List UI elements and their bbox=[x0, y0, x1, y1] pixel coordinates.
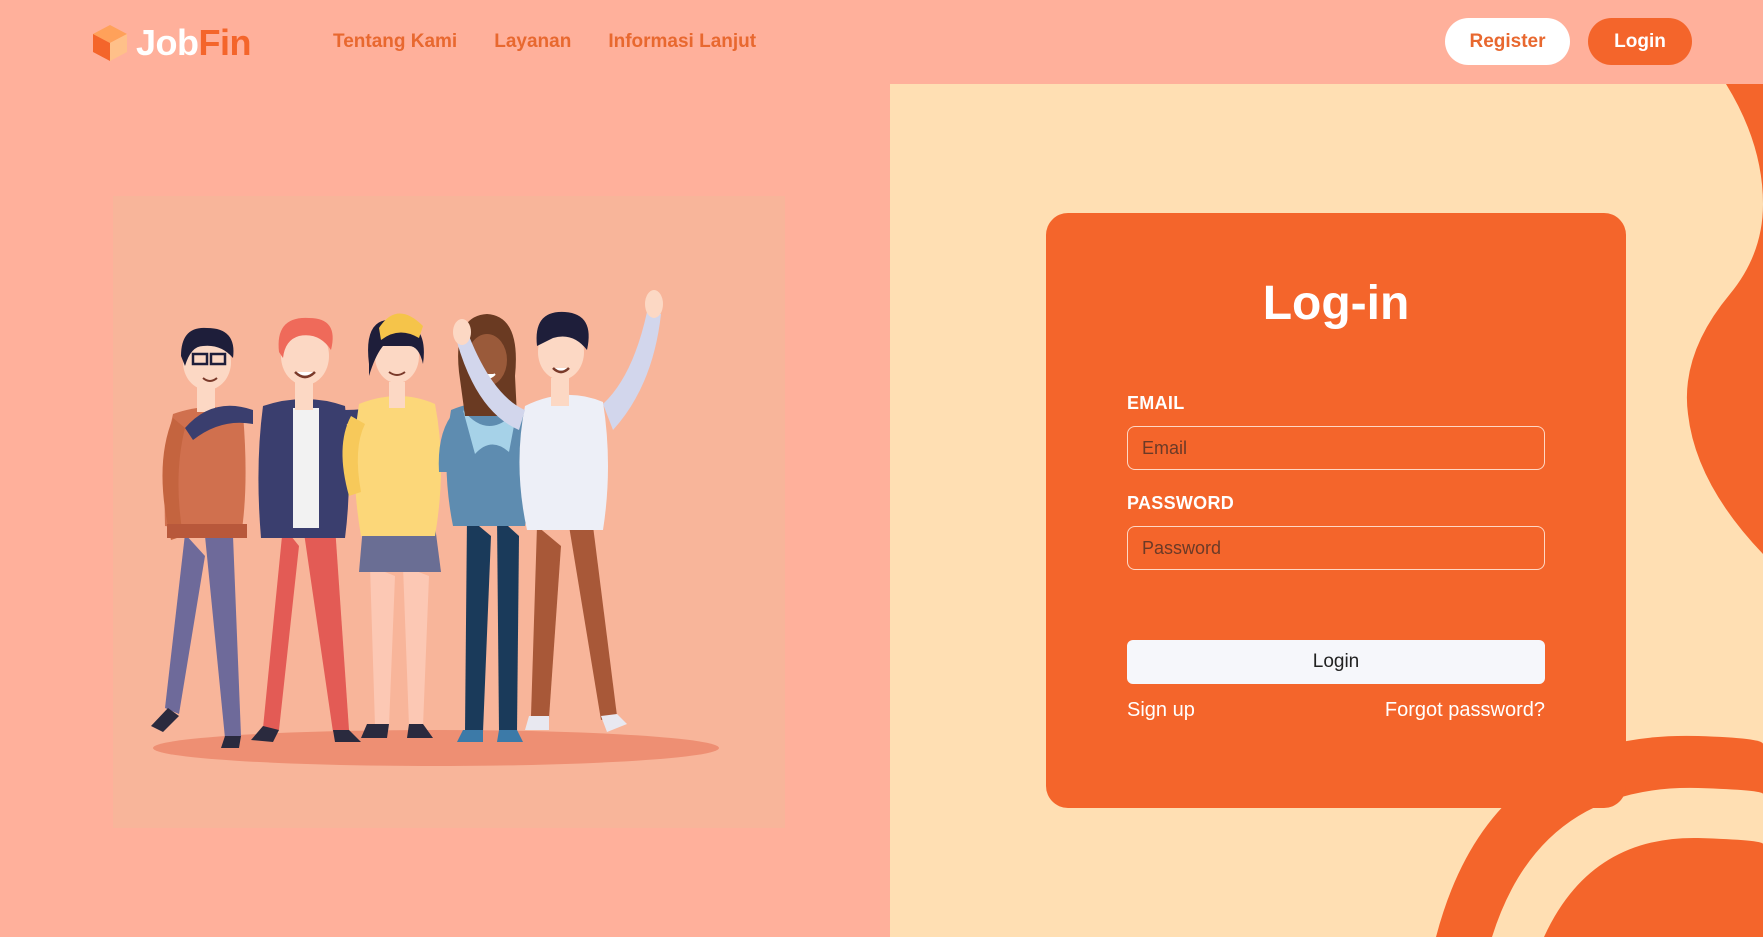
nav-links: Tentang Kami Layanan Informasi Lanjut bbox=[333, 31, 756, 53]
forgot-password-link[interactable]: Forgot password? bbox=[1385, 699, 1545, 722]
logo-text: JobFin bbox=[136, 22, 252, 63]
password-label: PASSWORD bbox=[1127, 493, 1235, 513]
person-yellow-hoodie-figure bbox=[342, 313, 441, 738]
top-navbar: JobFin Tentang Kami Layanan Informasi La… bbox=[0, 0, 1763, 84]
hero-illustration bbox=[113, 196, 785, 828]
person-glasses-figure bbox=[151, 327, 247, 748]
logo-text-fin: Fin bbox=[198, 22, 252, 63]
group-of-friends-illustration bbox=[151, 290, 719, 766]
login-title: Log-in bbox=[1262, 277, 1410, 330]
nav-link-layanan[interactable]: Layanan bbox=[494, 31, 571, 53]
cube-logo-icon bbox=[93, 25, 127, 61]
nav-link-informasi-lanjut[interactable]: Informasi Lanjut bbox=[608, 31, 756, 53]
login-submit-button[interactable]: Login bbox=[1127, 640, 1545, 684]
nav-login-button[interactable]: Login bbox=[1588, 18, 1692, 65]
logo-text-job: Job bbox=[136, 22, 199, 63]
nav-link-tentang-kami[interactable]: Tentang Kami bbox=[333, 31, 457, 53]
register-button[interactable]: Register bbox=[1445, 18, 1570, 65]
password-input[interactable] bbox=[1127, 526, 1545, 570]
sign-up-link[interactable]: Sign up bbox=[1127, 699, 1195, 722]
email-input[interactable] bbox=[1127, 426, 1545, 470]
email-label: EMAIL bbox=[1127, 393, 1185, 413]
jobfin-logo[interactable]: JobFin bbox=[90, 22, 252, 64]
login-card: Log-in EMAIL PASSWORD Login Sign up Forg… bbox=[1046, 213, 1626, 808]
